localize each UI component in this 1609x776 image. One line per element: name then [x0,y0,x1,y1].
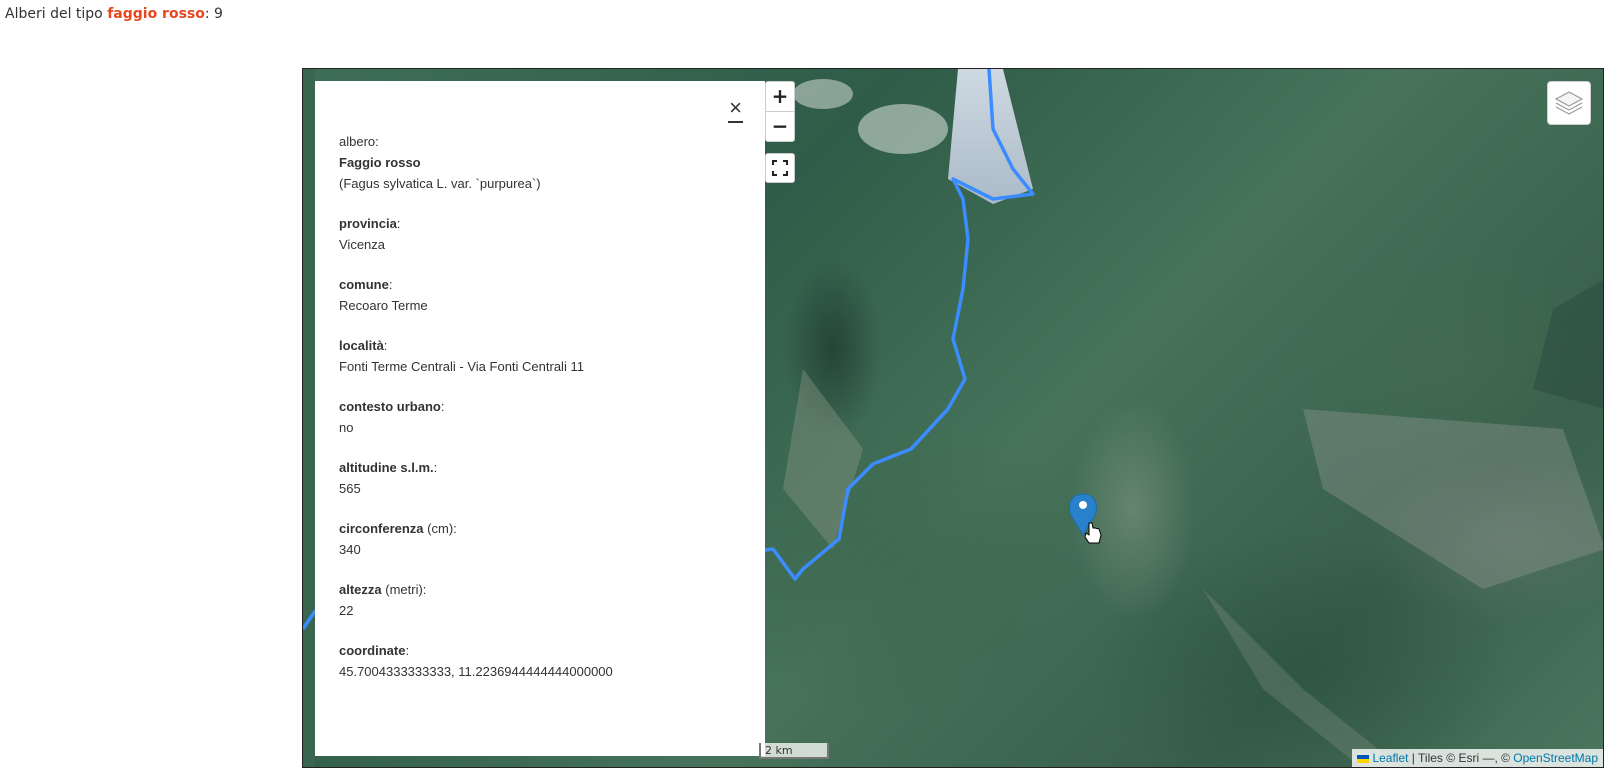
field-3: contesto urbano: no [339,396,741,438]
fullscreen-icon [772,160,788,176]
field-key: località [339,338,384,353]
field-label: circonferenza (cm): [339,518,741,539]
field-unit: : [405,643,410,658]
field-label: altezza (metri): [339,579,741,600]
field-2: località: Fonti Terme Centrali - Via Font… [339,335,741,377]
field-key: altezza [339,582,382,597]
zoom-control: + − [765,81,795,142]
field-7: coordinate: 45.7004333333333, 11.22369444… [339,640,741,682]
field-1: comune: Recoaro Terme [339,274,741,316]
field-unit: : [440,399,445,414]
field-4: altitudine s.l.m.: 565 [339,457,741,499]
field-label: contesto urbano: [339,396,741,417]
field-unit: (metri): [381,582,427,597]
tree-fields: provincia: Vicenza comune: Recoaro Terme loc… [339,213,741,682]
layers-button[interactable] [1547,81,1591,125]
field-unit: : [396,216,401,231]
leaflet-link[interactable]: Leaflet [1372,751,1408,765]
field-key: provincia [339,216,397,231]
field-value: Vicenza [339,237,386,252]
field-label: altitudine s.l.m.: [339,457,741,478]
field-key: coordinate [339,643,406,658]
zoom-out-button[interactable]: − [766,111,794,141]
field-value: Recoaro Terme [339,298,428,313]
scale-bar: 2 km [759,743,829,759]
field-key: circonferenza [339,521,424,536]
field-0: provincia: Vicenza [339,213,741,255]
field-6: altezza (metri): 22 [339,579,741,621]
zoom-in-button[interactable]: + [766,82,794,111]
openstreetmap-link[interactable]: OpenStreetMap [1513,751,1598,765]
field-key: altitudine s.l.m. [339,460,434,475]
map-attribution: Leaflet | Tiles © Esri —, © OpenStreetMa… [1352,749,1603,767]
tree-info-popup: × albero: Faggio rosso (Fagus sylvatica … [315,81,765,756]
tree-block: albero: Faggio rosso (Fagus sylvatica L.… [339,131,741,194]
field-value: 45.7004333333333, 11.2236944444444000000 [339,664,613,679]
tree-label: albero: [339,134,379,149]
map-container[interactable]: × albero: Faggio rosso (Fagus sylvatica … [302,68,1604,768]
field-label: località: [339,335,741,356]
field-label: comune: [339,274,741,295]
ukraine-flag-icon [1357,754,1370,763]
field-value: Fonti Terme Centrali - Via Fonti Central… [339,359,584,374]
field-unit: : [388,277,393,292]
field-value: 565 [339,481,361,496]
field-label: coordinate: [339,640,741,661]
field-unit: (cm): [423,521,457,536]
species-highlight: faggio rosso [107,6,205,22]
field-value: no [339,420,354,435]
results-prefix: Alberi del tipo [5,6,108,22]
tree-latin-name: (Fagus sylvatica L. var. `purpurea`) [339,176,541,191]
popup-close-button[interactable]: × [728,97,743,123]
field-5: circonferenza (cm): 340 [339,518,741,560]
layers-icon [1554,91,1584,115]
field-value: 22 [339,603,354,618]
field-value: 340 [339,542,361,557]
results-summary: Alberi del tipo faggio rosso: 9 [5,6,223,22]
field-key: comune [339,277,389,292]
field-key: contesto urbano [339,399,441,414]
field-unit: : [383,338,388,353]
tree-name: Faggio rosso [339,155,421,170]
field-label: provincia: [339,213,741,234]
results-count: : 9 [204,6,223,22]
fullscreen-button[interactable] [765,153,795,183]
field-unit: : [433,460,438,475]
tiles-credit: | Tiles © Esri —, © [1408,751,1514,765]
